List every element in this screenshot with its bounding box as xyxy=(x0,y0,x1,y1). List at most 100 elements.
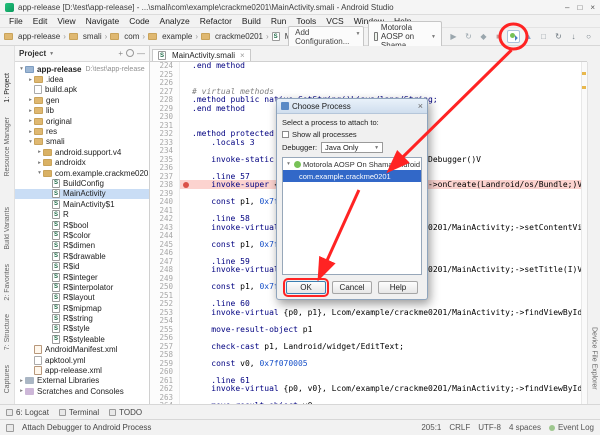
tree-item-r$mipmap[interactable]: S R$mipmap xyxy=(15,303,149,313)
event-log-button[interactable]: Event Log xyxy=(548,423,594,432)
project-panel-title[interactable]: Project xyxy=(19,49,46,58)
collapse-arrow-icon[interactable]: ▾ xyxy=(285,161,292,167)
run-icon[interactable]: ▶ xyxy=(447,30,460,43)
dialog-title-bar[interactable]: Choose Process × xyxy=(277,99,427,114)
tree-item-com.example.crackme0201[interactable]: ▾ com.example.crackme0201 xyxy=(15,168,149,178)
tree-item-.idea[interactable]: ▸ .idea xyxy=(15,74,149,84)
stop-icon[interactable]: ■ xyxy=(492,30,505,43)
expand-arrow-icon[interactable]: ▸ xyxy=(27,77,34,83)
tree-item-androidmanifest.xml[interactable]: AndroidManifest.xml xyxy=(15,345,149,355)
tool-tab-todo[interactable]: TODO xyxy=(109,408,142,417)
tool-tab-captures[interactable]: Captures xyxy=(4,365,11,393)
tree-item-gen[interactable]: ▸ gen xyxy=(15,95,149,105)
tree-item-buildconfig[interactable]: S BuildConfig xyxy=(15,178,149,188)
hide-panel-icon[interactable]: — xyxy=(137,49,145,58)
tree-item-lib[interactable]: ▸ lib xyxy=(15,106,149,116)
tool-tab-terminal[interactable]: Terminal xyxy=(58,408,99,417)
tree-item-r$string[interactable]: S R$string xyxy=(15,313,149,324)
gear-icon[interactable] xyxy=(126,49,134,57)
menu-item-view[interactable]: View xyxy=(52,16,80,26)
expand-arrow-icon[interactable]: ▸ xyxy=(27,97,34,103)
expand-arrow-icon[interactable]: ▸ xyxy=(18,378,25,384)
menu-item-analyze[interactable]: Analyze xyxy=(155,16,195,26)
tree-item-r$style[interactable]: S R$style xyxy=(15,324,149,334)
tool-tab-1-project[interactable]: 1: Project xyxy=(4,73,11,103)
sync-icon[interactable]: ↻ xyxy=(552,30,565,43)
breadcrumb-item-app-release[interactable]: app-release xyxy=(4,32,60,41)
expand-arrow-icon[interactable]: ▸ xyxy=(27,118,34,124)
tree-item-r$integer[interactable]: S R$integer xyxy=(15,272,149,282)
search-icon[interactable]: ○ xyxy=(582,30,595,43)
collapse-arrow-icon[interactable]: ▾ xyxy=(27,139,34,145)
tool-tab-resource-manager[interactable]: Resource Manager xyxy=(4,117,11,177)
menu-item-build[interactable]: Build xyxy=(237,16,266,26)
breadcrumb-item-mainactivity.smali[interactable]: SMainActivity.smali xyxy=(271,32,288,41)
locate-file-icon[interactable]: + xyxy=(118,49,123,58)
close-tab-icon[interactable]: × xyxy=(240,51,245,60)
debug-icon[interactable]: ◆ xyxy=(477,30,490,43)
tree-item-r$color[interactable]: S R$color xyxy=(15,230,149,240)
error-stripe-scrollbar[interactable] xyxy=(581,62,587,404)
tree-item-external libraries[interactable]: ▸ External Libraries xyxy=(15,376,149,386)
toolwindow-toggle-icon[interactable] xyxy=(6,423,14,432)
help-button[interactable]: Help xyxy=(378,281,418,294)
tree-item-apktool.yml[interactable]: apktool.yml xyxy=(15,355,149,365)
apply-changes-icon[interactable]: ↻ xyxy=(462,30,475,43)
tree-item-original[interactable]: ▸ original xyxy=(15,116,149,126)
menu-item-file[interactable]: File xyxy=(4,16,28,26)
chevron-down-icon[interactable]: ▼ xyxy=(49,51,54,57)
run-configuration-select[interactable]: Add Configuration... xyxy=(288,25,365,48)
show-all-processes-checkbox[interactable]: Show all processes xyxy=(282,130,422,139)
avd-manager-icon[interactable]: □ xyxy=(537,30,550,43)
tree-item-build.apk[interactable]: build.apk xyxy=(15,85,149,95)
expand-arrow-icon[interactable]: ▸ xyxy=(36,149,43,155)
menu-item-code[interactable]: Code xyxy=(124,16,154,26)
breadcrumb-item-example[interactable]: example xyxy=(148,32,192,41)
breadcrumb-item-crackme0201[interactable]: crackme0201 xyxy=(200,32,263,41)
sdk-manager-icon[interactable]: ↓ xyxy=(567,30,580,43)
ok-button[interactable]: OK xyxy=(283,278,329,297)
breadcrumb-item-smali[interactable]: smali xyxy=(68,32,102,41)
menu-item-edit[interactable]: Edit xyxy=(28,16,53,26)
tree-item-app-release.xml[interactable]: app-release.xml xyxy=(15,365,149,376)
expand-arrow-icon[interactable]: ▸ xyxy=(18,388,25,394)
tree-item-r$layout[interactable]: S R$layout xyxy=(15,293,149,303)
tree-item-r[interactable]: SR xyxy=(15,209,149,220)
attach-debugger-icon[interactable] xyxy=(507,30,520,43)
tree-item-r$bool[interactable]: S R$bool xyxy=(15,220,149,230)
breadcrumb-item-com[interactable]: com xyxy=(110,32,139,41)
tool-tab-7-structure[interactable]: 7: Structure xyxy=(4,314,11,350)
editor-tab-mainactivity[interactable]: S MainActivity.smali × xyxy=(152,49,251,61)
tool-tab-device-file-explorer[interactable]: Device File Explorer xyxy=(591,327,598,390)
tree-item-smali[interactable]: ▾ smali xyxy=(15,137,149,147)
close-button[interactable]: × xyxy=(590,3,595,12)
profiler-icon[interactable]: ▲ xyxy=(522,30,535,43)
tree-item-r$id[interactable]: S R$id xyxy=(15,261,149,272)
tree-item-scratches and consoles[interactable]: ▸ Scratches and Consoles xyxy=(15,386,149,396)
device-list-item[interactable]: ▾ Motorola AOSP On Shama Android 10 xyxy=(283,158,421,170)
tool-tab-build-variants[interactable]: Build Variants xyxy=(4,207,11,250)
tree-item-androidx[interactable]: ▸ androidx xyxy=(15,158,149,168)
checkbox-icon[interactable] xyxy=(282,131,289,138)
process-list-item[interactable]: com.example.crackme0201 xyxy=(283,170,421,182)
tree-item-mainactivity$1[interactable]: S MainActivity$1 xyxy=(15,199,149,209)
tree-item-r$interpolator[interactable]: S R$interpolator xyxy=(15,282,149,292)
maximize-button[interactable]: □ xyxy=(577,3,582,12)
tree-item-r$drawable[interactable]: S R$drawable xyxy=(15,251,149,261)
tree-item-r$dimen[interactable]: S R$dimen xyxy=(15,241,149,251)
collapse-arrow-icon[interactable]: ▾ xyxy=(18,66,25,72)
tree-item-r$styleable[interactable]: S R$styleable xyxy=(15,334,149,344)
expand-arrow-icon[interactable]: ▸ xyxy=(36,160,43,166)
tree-item-android.support.v4[interactable]: ▸ android.support.v4 xyxy=(15,147,149,157)
menu-item-refactor[interactable]: Refactor xyxy=(195,16,237,26)
menu-item-navigate[interactable]: Navigate xyxy=(81,16,125,26)
minimize-button[interactable]: – xyxy=(565,3,569,12)
debugger-select[interactable]: Java Only ▼ xyxy=(321,142,384,153)
tree-item-app-release[interactable]: ▾ app-release D:\test\app-release xyxy=(15,64,149,74)
tree-item-mainactivity[interactable]: S MainActivity xyxy=(15,188,149,200)
expand-arrow-icon[interactable]: ▸ xyxy=(27,108,34,114)
expand-arrow-icon[interactable]: ▸ xyxy=(27,129,34,135)
tool-tab-6-logcat[interactable]: 6: Logcat xyxy=(6,408,49,417)
cancel-button[interactable]: Cancel xyxy=(332,281,372,294)
dialog-close-icon[interactable]: × xyxy=(418,101,423,111)
